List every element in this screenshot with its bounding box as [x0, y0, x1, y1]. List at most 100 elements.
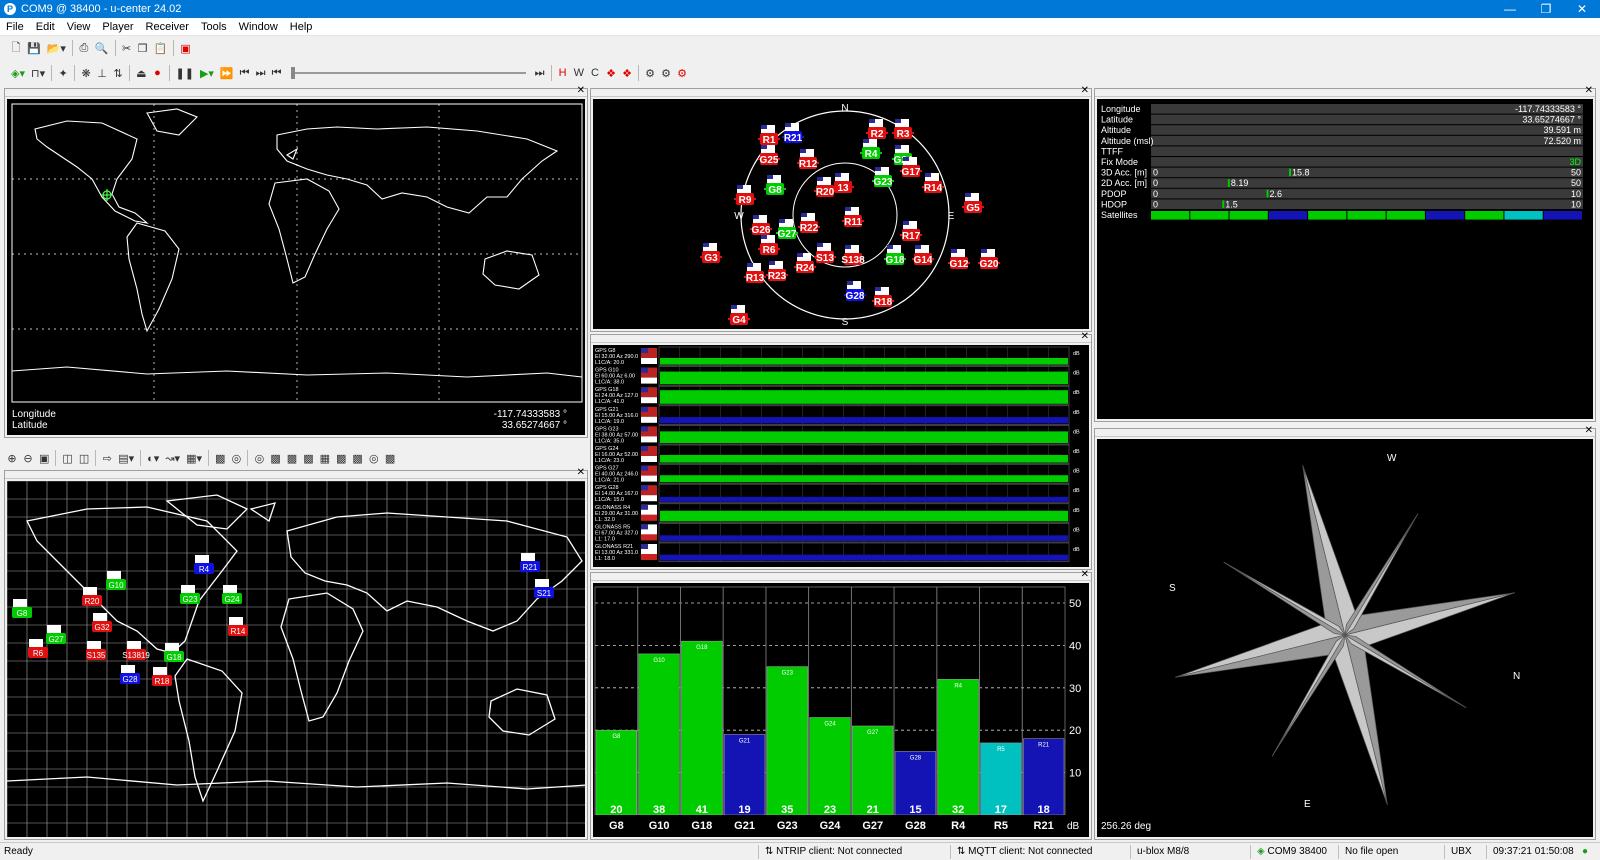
signal-bar[interactable]: [809, 717, 851, 816]
view-i-icon[interactable]: ▩: [349, 449, 365, 467]
sky-satellite[interactable]: G12: [948, 249, 970, 270]
gnss-config-icon[interactable]: ❖: [603, 64, 619, 82]
close-icon[interactable]: ✕: [1081, 332, 1089, 342]
sky-satellite[interactable]: R2: [866, 119, 888, 140]
view-b-icon[interactable]: ◎: [228, 449, 244, 467]
poll-icon[interactable]: ⊥: [94, 64, 110, 82]
open-folder-icon[interactable]: 📂▾: [44, 39, 69, 57]
sky-satellite[interactable]: G3: [700, 243, 722, 264]
zoom-out-icon[interactable]: ⊖: [20, 449, 36, 467]
sky-satellite[interactable]: R4: [860, 139, 882, 160]
sky-satellite[interactable]: G25: [758, 145, 780, 166]
sky-satellite[interactable]: R17: [900, 221, 922, 242]
sky-satellite[interactable]: G26: [750, 215, 772, 236]
view-g-icon[interactable]: ▦: [317, 449, 333, 467]
sky-satellite[interactable]: R18: [872, 287, 894, 308]
layout-1-icon[interactable]: ◫: [59, 449, 75, 467]
map-satellite[interactable]: R18: [152, 667, 172, 686]
sky-satellite[interactable]: S13: [814, 243, 836, 264]
close-icon[interactable]: ✕: [577, 86, 585, 96]
restore-icon[interactable]: ❐: [1528, 0, 1564, 18]
sky-satellite[interactable]: G20: [978, 249, 1000, 270]
layout-2-icon[interactable]: ◫: [76, 449, 92, 467]
sky-satellite[interactable]: G4: [728, 305, 750, 326]
signal-bar[interactable]: [595, 729, 637, 816]
play-icon[interactable]: ▶▾: [197, 64, 217, 82]
map-satellite[interactable]: G10: [106, 571, 126, 590]
map-satellite[interactable]: R4: [194, 555, 214, 574]
new-file-icon[interactable]: 🗋: [8, 39, 24, 57]
map-satellite[interactable]: G28: [120, 665, 140, 684]
signal-history-row[interactable]: GPS G10El 60.00 Az 6.00L1C/A: 38.0dB: [595, 366, 1080, 386]
signal-history-row[interactable]: GPS G24El 16.00 Az 52.00L1C/A: 23.0dB: [595, 444, 1080, 464]
sky-satellite[interactable]: R11: [842, 207, 864, 228]
sky-satellite[interactable]: R23: [766, 261, 788, 282]
sky-satellite[interactable]: G5: [962, 193, 984, 214]
sky-satellite[interactable]: R3: [892, 119, 914, 140]
settings-2-icon[interactable]: ⚙: [658, 64, 674, 82]
map-satellite[interactable]: G24: [222, 585, 242, 604]
map-satellite[interactable]: G8: [12, 599, 32, 618]
sky-satellite[interactable]: G28: [844, 281, 866, 302]
messages-icon[interactable]: ▤▾: [115, 449, 137, 467]
settings-1-icon[interactable]: ⚙: [642, 64, 658, 82]
sky-satellite[interactable]: R12: [797, 149, 819, 170]
sky-satellite[interactable]: 13: [832, 173, 854, 194]
menu-file[interactable]: File: [0, 21, 30, 33]
close-icon[interactable]: ✕: [1081, 570, 1089, 580]
view-k-icon[interactable]: ▩: [382, 449, 398, 467]
menu-receiver[interactable]: Receiver: [140, 21, 195, 33]
autobaud-icon[interactable]: ✦: [55, 64, 71, 82]
eject-icon[interactable]: ⏏: [133, 64, 149, 82]
map-satellite[interactable]: G32: [92, 613, 112, 632]
map-satellite[interactable]: R21: [520, 553, 540, 572]
signal-history-view[interactable]: GPS G8 El 32.00 Az 290.0 L1C/A: 20.0 dB GPS …: [593, 345, 1089, 567]
connection-icon[interactable]: ◈▾: [8, 64, 28, 82]
map-satellite[interactable]: S21: [534, 579, 554, 598]
view-j-icon[interactable]: ◎: [366, 449, 382, 467]
reset-icon[interactable]: ❖: [619, 64, 635, 82]
sky-satellite[interactable]: R22: [798, 213, 820, 234]
map-satellite[interactable]: R20: [82, 587, 102, 606]
map-satellite[interactable]: R14: [228, 617, 248, 636]
view-c-icon[interactable]: ◎: [251, 449, 267, 467]
close-icon[interactable]: ✕: [1585, 86, 1593, 96]
rewind-icon[interactable]: ⏮: [269, 64, 285, 82]
sky-satellite[interactable]: G17: [900, 157, 922, 178]
menu-view[interactable]: View: [61, 21, 97, 33]
record-icon[interactable]: ●: [150, 64, 166, 82]
debug-icon[interactable]: ❋: [78, 64, 94, 82]
config-icon[interactable]: ⇅: [110, 64, 126, 82]
signal-history-row[interactable]: GPS G21El 15.00 Az 316.0L1C/A: 19.0dB: [595, 405, 1080, 425]
signal-strength-chart[interactable]: 10 20 30 40 50 G8 20 G10 38 G18 41 G21 19 G23 35 G24 23 G…: [593, 583, 1089, 837]
signal-history-row[interactable]: GLONASS R5El 67.00 Az 327.0L1: 17.0dB: [595, 523, 1080, 542]
signal-history-row[interactable]: GPS G27El 40.00 Az 246.0L1C/A: 21.0dB: [595, 464, 1080, 484]
table-icon[interactable]: ▦▾: [183, 449, 205, 467]
sky-satellite[interactable]: R1: [758, 125, 780, 146]
skip-end-icon[interactable]: ⏭: [532, 64, 548, 82]
sky-satellite[interactable]: G23: [872, 167, 894, 188]
sky-satellite[interactable]: R21: [782, 123, 804, 144]
signal-history-row[interactable]: GLONASS R4El 29.00 Az 31.00L1: 32.0dB: [595, 503, 1080, 523]
signal-bar[interactable]: [638, 653, 680, 816]
sky-satellite[interactable]: G8: [764, 175, 786, 196]
screenshot-icon[interactable]: ▣: [177, 39, 193, 57]
cut-icon[interactable]: ✂: [119, 39, 135, 57]
step-back-icon[interactable]: ⏮: [237, 64, 253, 82]
sky-satellite[interactable]: R14: [922, 173, 944, 194]
signal-history-row[interactable]: GPS G28El 14.00 Az 167.0L1C/A: 15.0dB: [595, 483, 1080, 503]
map-satellite[interactable]: G23: [180, 585, 200, 604]
close-icon[interactable]: ✕: [1081, 86, 1089, 96]
graph-icon[interactable]: ↝▾: [162, 449, 183, 467]
menu-help[interactable]: Help: [284, 21, 319, 33]
map-satellite[interactable]: S13819: [122, 641, 150, 660]
menu-player[interactable]: Player: [96, 21, 139, 33]
menu-window[interactable]: Window: [233, 21, 284, 33]
print-preview-icon[interactable]: 🔍: [92, 39, 112, 57]
sky-satellite[interactable]: R13: [744, 263, 766, 284]
sky-satellite[interactable]: S138: [841, 245, 865, 266]
map-satellite[interactable]: G27: [46, 625, 66, 644]
signal-bar[interactable]: [766, 666, 808, 816]
sky-satellite[interactable]: R9: [734, 185, 756, 206]
close-icon[interactable]: ✕: [1564, 0, 1600, 18]
